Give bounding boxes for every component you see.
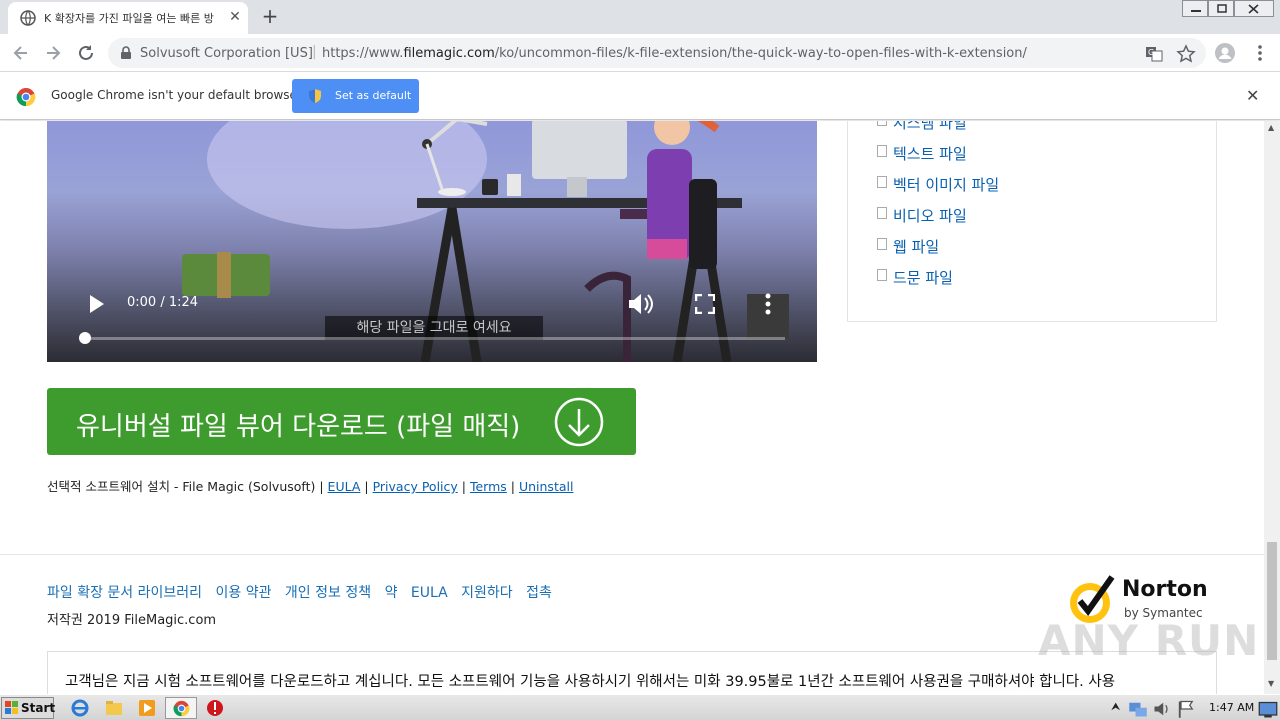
legal-line: 선택적 소프트웨어 설치 - File Magic (Solvusoft) | … xyxy=(47,476,573,495)
default-browser-infobar: Google Chrome isn't your default browser… xyxy=(0,72,1280,120)
terms-link[interactable]: Terms xyxy=(470,479,507,494)
chrome-taskbar-button[interactable] xyxy=(165,697,197,719)
url-text: https://www.filemagic.com/ko/uncommon-fi… xyxy=(322,46,1027,61)
document-icon xyxy=(877,176,887,188)
scroll-down-icon[interactable]: ▼ xyxy=(1268,679,1274,688)
video-progress-knob[interactable] xyxy=(79,332,91,344)
lock-icon xyxy=(121,46,131,59)
stop-sign-icon[interactable] xyxy=(205,698,225,718)
sidebar-item-web-files[interactable]: 웹 파일 xyxy=(893,236,939,257)
sidebar-item-vector-image-files[interactable]: 벡터 이미지 파일 xyxy=(893,174,999,195)
footer-link-terms[interactable]: 이용 약관 xyxy=(215,585,271,601)
video-options-icon[interactable] xyxy=(764,292,772,316)
page-scrollbar[interactable]: ▲ ▼ xyxy=(1264,121,1280,694)
document-icon xyxy=(877,207,887,219)
privacy-policy-link[interactable]: Privacy Policy xyxy=(373,479,458,494)
action-center-flag-icon[interactable] xyxy=(1176,699,1196,719)
chrome-taskbar-icon xyxy=(173,700,190,717)
volume-tray-icon[interactable] xyxy=(1152,699,1172,719)
translate-icon[interactable]: G xyxy=(1144,44,1164,64)
legal-prefix: 선택적 소프트웨어 설치 - File Magic (Solvusoft) | xyxy=(47,479,324,494)
volume-icon[interactable] xyxy=(627,292,655,316)
address-bar[interactable]: Solvusoft Corporation [US] | https://www… xyxy=(108,38,1206,68)
browser-tab[interactable]: K 확장자를 가진 파일을 여는 빠른 방 ✕ xyxy=(8,2,248,34)
start-label: Start xyxy=(21,701,56,715)
forward-icon[interactable] xyxy=(42,42,64,64)
footer-link-privacy[interactable]: 개인 정보 정책 xyxy=(285,585,371,601)
download-arrow-icon xyxy=(554,397,604,447)
sidebar-item-uncommon-files[interactable]: 드문 파일 xyxy=(893,267,953,288)
norton-brand: Norton xyxy=(1122,577,1208,602)
document-icon xyxy=(877,238,887,250)
infobar-message: Google Chrome isn't your default browser xyxy=(51,88,302,102)
site-identity: Solvusoft Corporation [US] xyxy=(140,46,313,61)
sidebar-item-text-files[interactable]: 텍스트 파일 xyxy=(893,143,967,164)
set-as-default-button[interactable]: Set as default xyxy=(292,79,419,113)
minimize-button[interactable] xyxy=(1182,0,1208,17)
windows-flag-icon xyxy=(5,701,18,714)
legal-separator: | xyxy=(364,479,369,494)
bookmark-star-icon[interactable] xyxy=(1176,44,1196,64)
new-tab-button[interactable]: + xyxy=(258,5,282,29)
maximize-button[interactable] xyxy=(1208,0,1234,17)
tab-close-icon[interactable]: ✕ xyxy=(226,8,244,26)
footer-divider xyxy=(0,554,1264,555)
svg-text:G: G xyxy=(1148,48,1154,57)
sidebar-item-system-files[interactable]: 시스템 파일 xyxy=(893,121,967,133)
footer-link-contact[interactable]: 접촉 xyxy=(526,585,552,601)
infobar-close-icon[interactable]: ✕ xyxy=(1246,86,1259,105)
play-icon[interactable] xyxy=(89,295,105,313)
system-clock[interactable]: 1:47 AM xyxy=(1209,701,1254,714)
back-icon[interactable] xyxy=(10,42,32,64)
network-icon[interactable] xyxy=(1128,699,1148,719)
uninstall-link[interactable]: Uninstall xyxy=(519,479,574,494)
media-player-icon[interactable] xyxy=(137,698,157,718)
footer-link-about[interactable]: 약 xyxy=(385,585,398,601)
eula-link[interactable]: EULA xyxy=(328,479,361,494)
omnibox-separator: | xyxy=(312,44,317,60)
tab-strip: K 확장자를 가진 파일을 여는 빠른 방 ✕ + xyxy=(0,0,1280,34)
legal-separator: | xyxy=(510,479,515,494)
browser-toolbar: Solvusoft Corporation [US] | https://www… xyxy=(0,34,1280,72)
document-icon xyxy=(877,121,887,126)
footer-link-eula[interactable]: EULA xyxy=(411,585,448,601)
document-icon xyxy=(877,145,887,157)
scroll-up-icon[interactable]: ▲ xyxy=(1268,123,1274,132)
set-as-default-label: Set as default xyxy=(335,89,412,102)
fullscreen-icon[interactable] xyxy=(695,294,715,314)
download-button-label: 유니버설 파일 뷰어 다운로드 (파일 매직) xyxy=(76,412,521,442)
legal-separator: | xyxy=(461,479,466,494)
anyrun-watermark: ANY RUN xyxy=(1038,616,1260,665)
scrollbar-thumb[interactable] xyxy=(1267,542,1277,660)
footer-link-support[interactable]: 지원하다 xyxy=(461,585,513,601)
profile-avatar-icon[interactable] xyxy=(1215,43,1235,63)
trial-notice-text: 고객님은 지금 시험 소프트웨어를 다운로드하고 계십니다. 모든 소프트웨어 … xyxy=(65,674,1116,690)
uac-shield-icon xyxy=(309,89,321,103)
download-button[interactable]: 유니버설 파일 뷰어 다운로드 (파일 매직) xyxy=(47,388,636,455)
footer-links: 파일 확장 문서 라이브러리 이용 약관 개인 정보 정책 약 EULA 지원하… xyxy=(47,582,561,602)
globe-icon xyxy=(20,10,36,26)
video-time: 0:00 / 1:24 xyxy=(127,295,199,310)
reload-icon[interactable] xyxy=(75,42,97,64)
copyright-text: 저작권 2019 FileMagic.com xyxy=(47,613,217,628)
start-button[interactable]: Start xyxy=(1,697,56,719)
show-desktop-icon[interactable] xyxy=(1258,700,1278,720)
footer-link-library[interactable]: 파일 확장 문서 라이브러리 xyxy=(47,585,202,601)
internet-explorer-icon[interactable] xyxy=(70,698,90,718)
tray-expand-icon[interactable]: ⮝ xyxy=(1111,700,1120,714)
file-explorer-icon[interactable] xyxy=(104,698,124,718)
video-progress-bar[interactable] xyxy=(84,337,785,340)
menu-kebab-icon[interactable] xyxy=(1250,43,1270,63)
close-window-button[interactable] xyxy=(1234,0,1274,17)
document-icon xyxy=(877,269,887,281)
video-player[interactable]: 해당 파일을 그대로 여세요 0:00 / 1:24 xyxy=(47,121,817,362)
windows-taskbar: Start ⮝ 1:47 AM xyxy=(0,694,1280,720)
page-viewport: 해당 파일을 그대로 여세요 0:00 / 1:24 시스템 파일 텍스트 파일… xyxy=(0,121,1264,694)
sidebar-item-video-files[interactable]: 비디오 파일 xyxy=(893,205,967,226)
chrome-logo-icon xyxy=(16,88,36,107)
tab-title: K 확장자를 가진 파일을 여는 빠른 방 xyxy=(44,12,214,25)
